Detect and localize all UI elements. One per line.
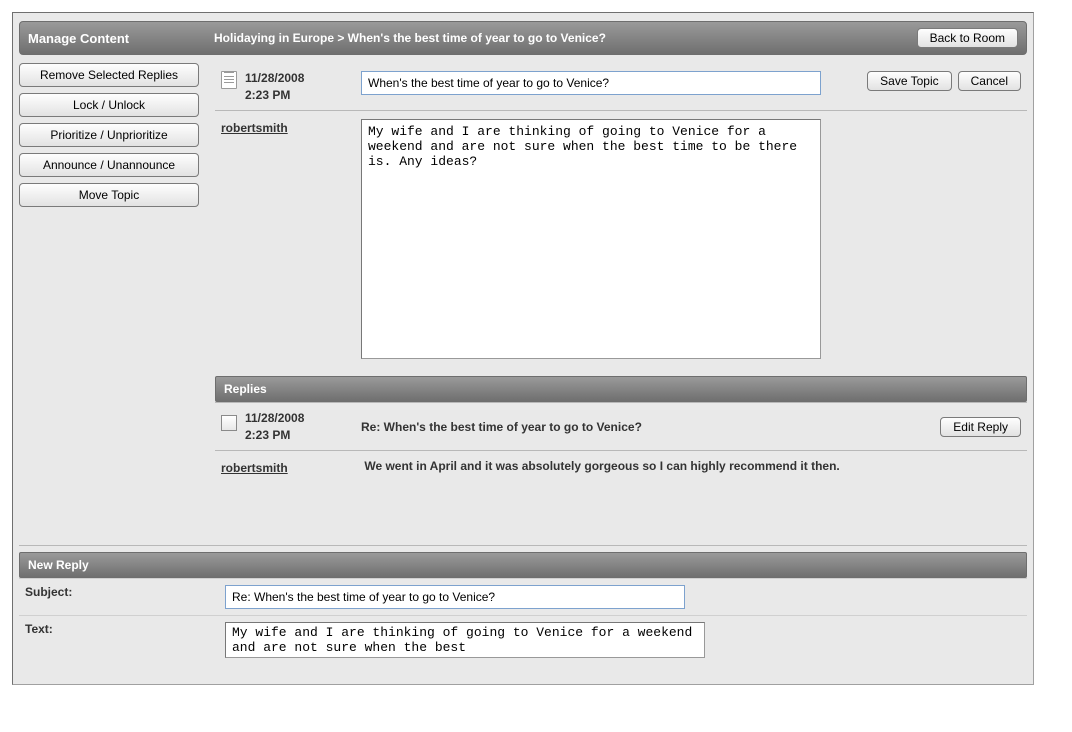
content-frame: Manage Content Holidaying in Europe > Wh… [12, 12, 1034, 685]
section-divider [19, 545, 1027, 546]
reply-datetime: 11/28/2008 2:23 PM [245, 411, 304, 442]
replies-heading: Replies [215, 376, 1027, 402]
topic-author-link[interactable]: robertsmith [221, 121, 288, 135]
page-header: Manage Content Holidaying in Europe > Wh… [19, 21, 1027, 55]
back-to-room-button[interactable]: Back to Room [917, 28, 1018, 48]
move-topic-button[interactable]: Move Topic [19, 183, 199, 207]
reply-select-checkbox[interactable] [221, 415, 237, 431]
new-reply-subject-input[interactable] [225, 585, 685, 609]
reply-body-row: robertsmith We went in April and it was … [215, 451, 1027, 525]
reply-header-row: 11/28/2008 2:23 PM Re: When's the best t… [215, 402, 1027, 451]
text-label: Text: [25, 622, 225, 636]
topic-date: 11/28/2008 [245, 71, 304, 85]
breadcrumb: Holidaying in Europe > When's the best t… [214, 31, 917, 45]
new-reply-subject-row: Subject: [19, 578, 1027, 615]
topic-body-row: robertsmith My wife and I are thinking o… [215, 111, 1027, 370]
reply-time: 2:23 PM [245, 428, 304, 442]
remove-selected-replies-button[interactable]: Remove Selected Replies [19, 63, 199, 87]
reply-author-link[interactable]: robertsmith [221, 461, 361, 475]
topic-body-textarea[interactable]: My wife and I are thinking of going to V… [361, 119, 821, 359]
subject-label: Subject: [25, 585, 225, 599]
cancel-button[interactable]: Cancel [958, 71, 1021, 91]
new-reply-text-row: Text: My wife and I are thinking of goin… [19, 615, 1027, 664]
reply-subject: Re: When's the best time of year to go t… [361, 420, 642, 434]
topic-title-input[interactable] [361, 71, 821, 95]
reply-date: 11/28/2008 [245, 411, 304, 425]
topic-datetime: 11/28/2008 2:23 PM [245, 71, 304, 102]
new-reply-text-textarea[interactable]: My wife and I are thinking of going to V… [225, 622, 705, 658]
main-column: 11/28/2008 2:23 PM Save Topic Cancel [215, 63, 1027, 525]
app-viewport: Manage Content Holidaying in Europe > Wh… [0, 0, 1072, 732]
new-reply-heading: New Reply [19, 552, 1027, 578]
save-topic-button[interactable]: Save Topic [867, 71, 951, 91]
manage-content-title: Manage Content [28, 31, 214, 46]
prioritize-unprioritize-button[interactable]: Prioritize / Unprioritize [19, 123, 199, 147]
document-icon [221, 71, 237, 89]
announce-unannounce-button[interactable]: Announce / Unannounce [19, 153, 199, 177]
topic-time: 2:23 PM [245, 88, 304, 102]
reply-body-text: We went in April and it was absolutely g… [364, 459, 839, 473]
edit-reply-button[interactable]: Edit Reply [940, 417, 1021, 437]
topic-header-row: 11/28/2008 2:23 PM Save Topic Cancel [215, 63, 1027, 111]
lock-unlock-button[interactable]: Lock / Unlock [19, 93, 199, 117]
outer-scroll-pane[interactable]: Manage Content Holidaying in Europe > Wh… [0, 0, 1072, 732]
sidebar: Remove Selected Replies Lock / Unlock Pr… [19, 63, 211, 213]
